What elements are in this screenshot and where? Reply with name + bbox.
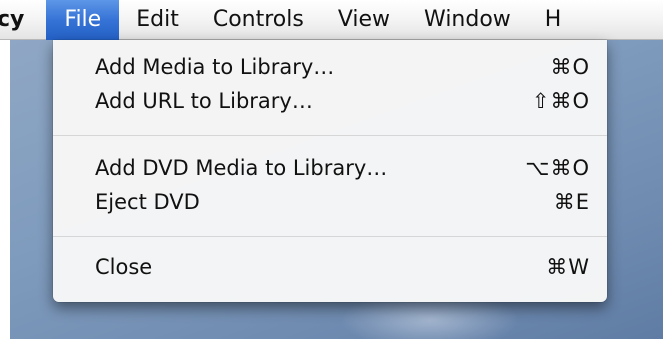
menu-bar: cy File Edit Controls View Window H — [0, 0, 663, 40]
menu-item-eject-dvd[interactable]: Eject DVD ⌘E — [53, 185, 607, 219]
menu-controls[interactable]: Controls — [196, 0, 321, 40]
menu-item-add-media[interactable]: Add Media to Library… ⌘O — [53, 50, 607, 84]
menu-app-name[interactable]: cy — [0, 0, 46, 40]
menu-item-add-url[interactable]: Add URL to Library… ⇧⌘O — [53, 84, 607, 118]
menu-item-shortcut: ⌘W — [546, 255, 590, 279]
menu-item-add-dvd-media[interactable]: Add DVD Media to Library… ⌥⌘O — [53, 151, 607, 185]
menu-separator — [53, 135, 607, 136]
menu-item-label: Add Media to Library… — [95, 55, 335, 79]
menu-item-label: Close — [95, 255, 153, 279]
menu-separator — [53, 236, 607, 237]
menu-window[interactable]: Window — [407, 0, 528, 40]
menu-item-close[interactable]: Close ⌘W — [53, 250, 607, 284]
menu-view[interactable]: View — [321, 0, 407, 40]
menu-item-shortcut: ⌘O — [550, 55, 590, 79]
menu-item-label: Eject DVD — [95, 190, 200, 214]
menu-edit[interactable]: Edit — [119, 0, 196, 40]
file-menu-dropdown: Add Media to Library… ⌘O Add URL to Libr… — [53, 40, 607, 302]
menu-item-shortcut: ⌥⌘O — [525, 156, 590, 180]
menu-item-label: Add DVD Media to Library… — [95, 156, 388, 180]
menu-file[interactable]: File — [46, 0, 120, 40]
screen: cy File Edit Controls View Window H Add … — [0, 0, 663, 339]
menu-item-shortcut: ⌘E — [553, 190, 590, 214]
menu-item-label: Add URL to Library… — [95, 89, 313, 113]
menu-item-shortcut: ⇧⌘O — [531, 89, 590, 113]
menu-help[interactable]: H — [528, 0, 579, 40]
